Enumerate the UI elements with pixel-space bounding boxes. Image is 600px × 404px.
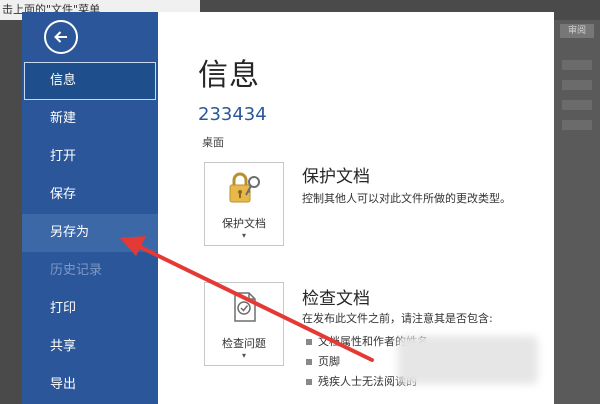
background-ribbon-item [562, 100, 592, 110]
list-item-text: 页脚 [318, 355, 340, 368]
backstage-sidebar: 信息 新建 打开 保存 另存为 历史记录 打印 共享 导出 [22, 12, 158, 404]
backstage-nav: 信息 新建 打开 保存 另存为 历史记录 打印 共享 导出 [22, 62, 158, 404]
inspect-document-heading: 检查文档 [302, 289, 370, 309]
chevron-down-icon: ▾ [241, 351, 246, 360]
background-ribbon-item [562, 60, 592, 70]
back-arrow-icon [54, 31, 67, 43]
nav-item-new[interactable]: 新建 [22, 100, 158, 138]
back-button[interactable] [44, 20, 78, 54]
page-title: 信息 [198, 58, 260, 93]
lock-key-icon [229, 172, 260, 203]
check-for-issues-tile-label: 检查问题 [222, 337, 266, 350]
protect-document-description: 控制其他人可以对此文件所做的更改类型。 [302, 192, 511, 205]
protect-document-heading: 保护文档 [302, 167, 370, 187]
background-ribbon-item [562, 120, 592, 130]
nav-item-print[interactable]: 打印 [22, 290, 158, 328]
background-left-strip [0, 20, 22, 404]
background-review-tab: 审阅 [560, 24, 594, 38]
background-right-panel [552, 20, 600, 404]
nav-item-info[interactable]: 信息 [24, 62, 156, 100]
inspect-document-description: 在发布此文件之前，请注意其是否包含: [302, 312, 493, 325]
nav-item-share[interactable]: 共享 [22, 328, 158, 366]
background-ribbon-item [562, 80, 592, 90]
protect-document-tile-label: 保护文档 [222, 217, 266, 230]
nav-item-history: 历史记录 [50, 263, 103, 278]
blurred-watermark [398, 336, 538, 384]
check-for-issues-button[interactable]: 检查问题 ▾ [204, 282, 284, 366]
document-name: 233434 [198, 104, 267, 125]
nav-item-save-as[interactable]: 另存为 [22, 214, 158, 252]
document-check-icon [234, 292, 256, 322]
protect-document-button[interactable]: 保护文档 ▾ [204, 162, 284, 246]
nav-item-open[interactable]: 打开 [22, 138, 158, 176]
nav-item-export[interactable]: 导出 [22, 366, 158, 404]
chevron-down-icon: ▾ [241, 231, 246, 240]
document-location: 桌面 [202, 136, 224, 149]
nav-item-save[interactable]: 保存 [22, 176, 158, 214]
